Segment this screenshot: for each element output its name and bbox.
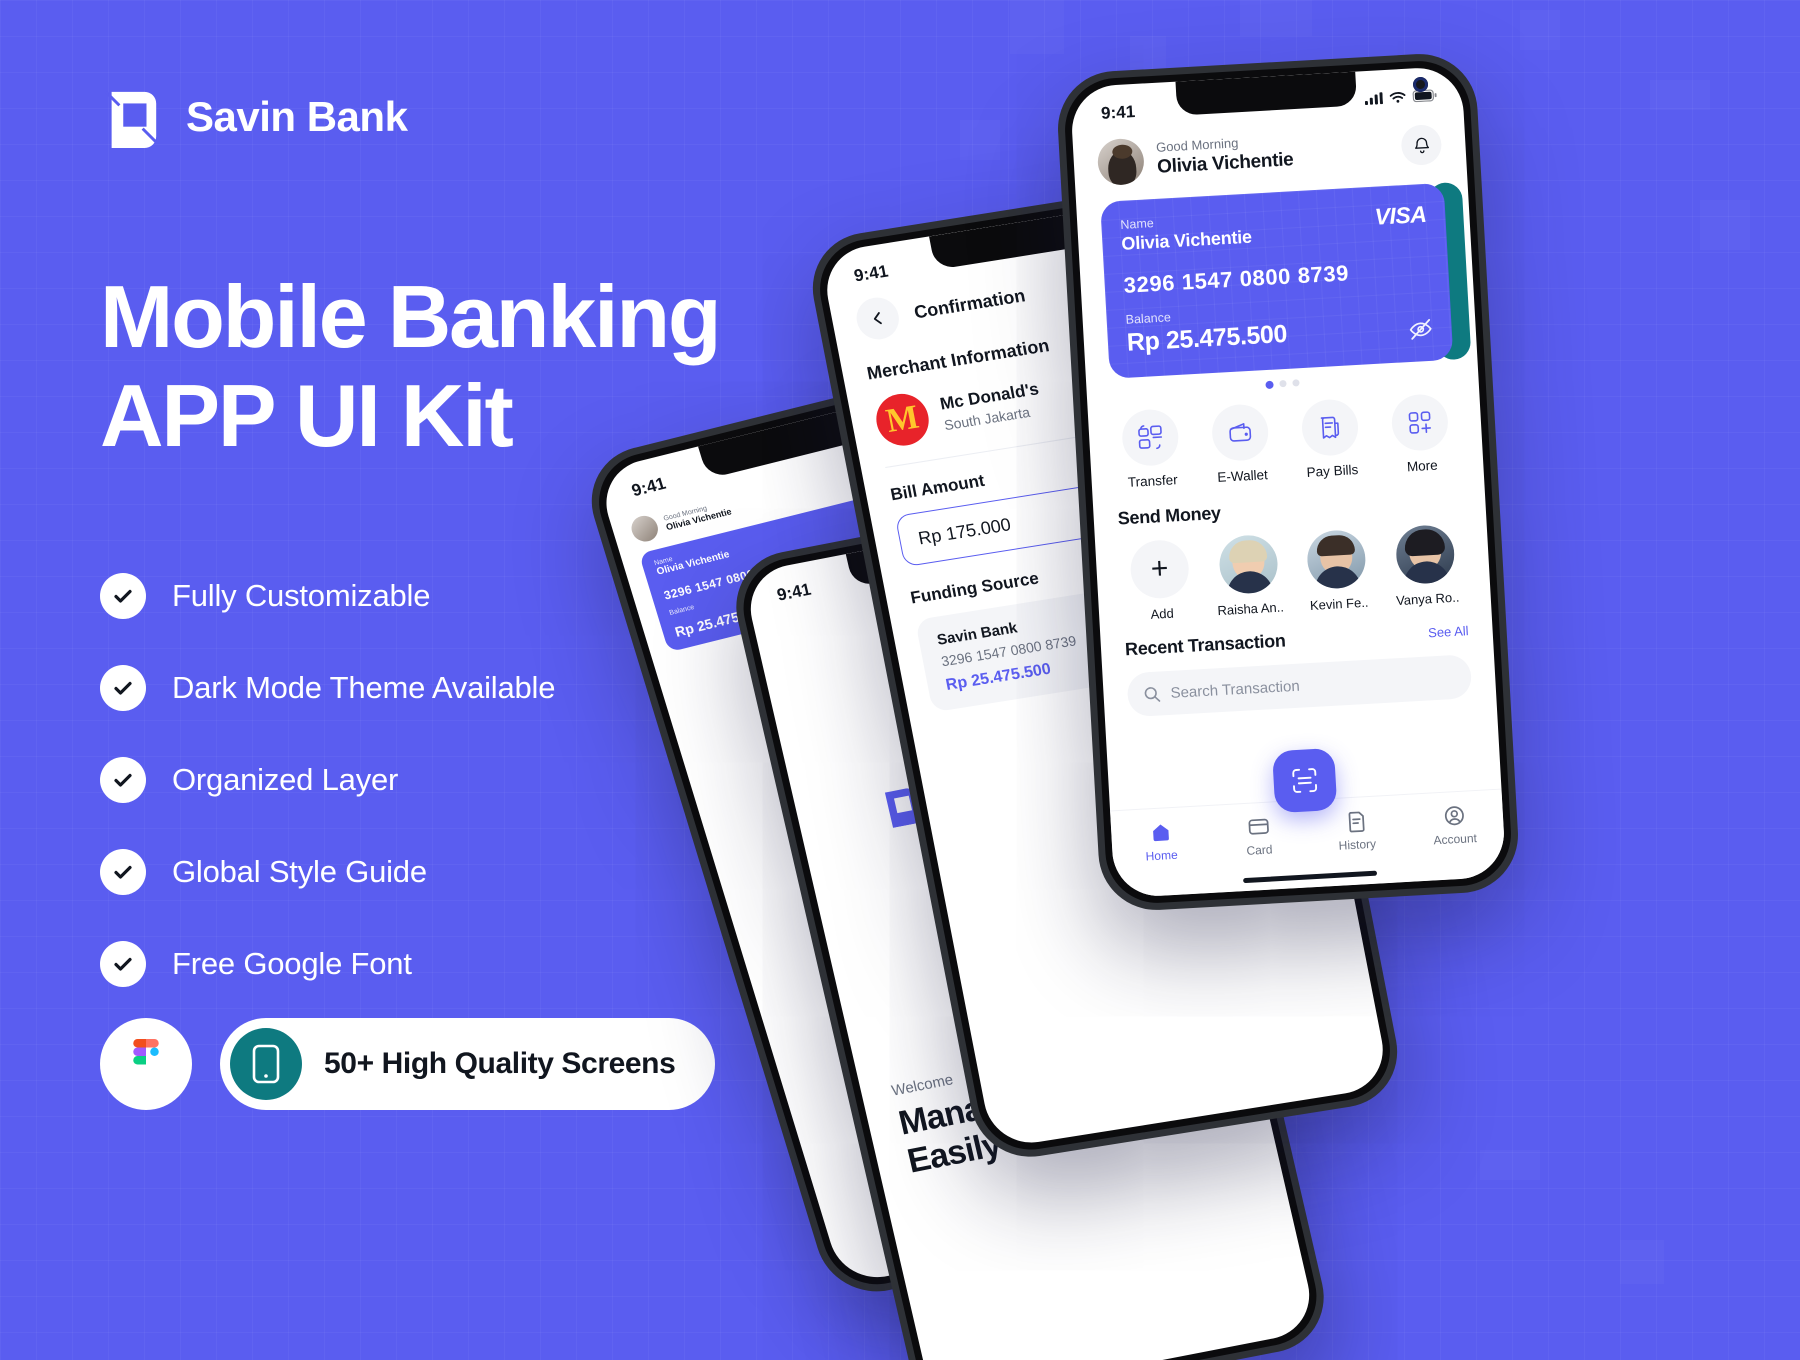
scan-button[interactable] (1272, 747, 1338, 814)
back-button[interactable] (852, 294, 903, 343)
visa-logo: VISA (1373, 200, 1427, 230)
quick-action-transfer[interactable]: Transfer (1112, 408, 1190, 491)
feature-label: Fully Customizable (172, 578, 431, 614)
card-number: 3296 1547 0800 8739 (1123, 260, 1350, 298)
send-money-title: Send Money (1117, 502, 1222, 529)
send-money-contacts: + Add Raisha An.. Kevin Fe.. Vanya Ro.. (1119, 523, 1467, 623)
bill-icon (1300, 398, 1360, 458)
check-icon (100, 573, 146, 620)
figma-icon (100, 1018, 192, 1110)
savin-logo-icon (100, 86, 162, 148)
status-time: 9:41 (1100, 101, 1136, 123)
card-icon (1248, 818, 1269, 835)
see-all-link[interactable]: See All (1428, 623, 1469, 640)
search-transaction-input[interactable]: Search Transaction (1126, 654, 1473, 718)
quick-action-label: More (1406, 457, 1439, 475)
home-icon (1152, 824, 1169, 842)
headline-line-1: Mobile Banking (100, 267, 722, 366)
bottom-badge-row: 50+ High Quality Screens (100, 1018, 716, 1110)
home-content: Good Morning Olivia Vichentie Name Olivi… (1073, 120, 1497, 719)
mcdonalds-icon: M (871, 390, 934, 450)
card-holder: Olivia Vichentie (1120, 226, 1253, 254)
mobile-phone-icon (230, 1028, 302, 1100)
avatar[interactable] (1096, 137, 1146, 187)
contact-avatar (1306, 528, 1368, 590)
check-icon (100, 941, 146, 988)
chevron-left-icon (873, 312, 882, 325)
contact-label: Kevin Fe.. (1309, 594, 1369, 613)
contact-item[interactable]: Kevin Fe.. (1296, 528, 1378, 613)
bell-icon[interactable] (1400, 123, 1443, 167)
tab-card[interactable]: Card (1223, 813, 1295, 859)
cellular-icon (1364, 92, 1383, 106)
tab-label: Account (1433, 831, 1478, 848)
tab-history[interactable]: History (1320, 808, 1392, 854)
check-icon (100, 849, 146, 896)
feature-label: Organized Layer (172, 762, 399, 798)
wallet-icon (1210, 403, 1270, 463)
contact-avatar (1217, 533, 1279, 595)
recent-transaction-header: Recent Transaction See All (1125, 620, 1470, 660)
phone-mockup-home: 9:41 Good Morning Olivia Vichentie Name … (1054, 50, 1522, 914)
home-header: Good Morning Olivia Vichentie (1096, 121, 1443, 187)
search-placeholder: Search Transaction (1170, 677, 1301, 702)
transfer-icon (1120, 408, 1180, 468)
contact-avatar (1394, 523, 1456, 586)
quick-action-ewallet[interactable]: E-Wallet (1202, 403, 1280, 486)
status-icons (1364, 89, 1437, 106)
quick-action-label: E-Wallet (1216, 467, 1269, 485)
contact-label: Raisha An.. (1217, 599, 1285, 619)
tab-account[interactable]: Account (1418, 802, 1490, 848)
search-icon (1144, 686, 1161, 702)
feature-label: Global Style Guide (172, 854, 427, 890)
screens-count-label: 50+ High Quality Screens (324, 1047, 676, 1080)
phone-mockups: 9:41 Good Morning Olivia Vichentie Name … (577, 0, 1800, 1360)
history-icon (1348, 811, 1365, 833)
quick-actions: Transfer E-Wallet Pay Bills More (1112, 393, 1460, 491)
quick-action-label: Pay Bills (1306, 462, 1359, 480)
contact-label: Vanya Ro.. (1395, 589, 1460, 609)
tab-label: History (1338, 836, 1377, 853)
eye-off-icon[interactable] (1408, 317, 1433, 342)
feature-label: Dark Mode Theme Available (172, 670, 556, 706)
grid-plus-icon (1390, 393, 1450, 453)
tab-home[interactable]: Home (1125, 819, 1197, 865)
brand-name: Savin Bank (186, 93, 408, 140)
tab-label: Home (1145, 847, 1179, 864)
check-icon (100, 757, 146, 804)
feature-label: Free Google Font (172, 946, 412, 982)
plus-icon: + (1129, 538, 1191, 600)
balance-amount: Rp 25.475.500 (1126, 319, 1288, 357)
wifi-icon (1389, 92, 1406, 103)
contact-label: Add (1150, 605, 1175, 622)
account-icon (1444, 806, 1464, 826)
page-title: Confirmation (912, 284, 1027, 322)
contact-add[interactable]: + Add (1119, 538, 1201, 623)
quick-action-paybills[interactable]: Pay Bills (1292, 398, 1370, 481)
tab-label: Card (1246, 842, 1273, 858)
avatar (628, 513, 662, 545)
contact-item[interactable]: Vanya Ro.. (1385, 523, 1467, 608)
screens-count-badge: 50+ High Quality Screens (220, 1018, 716, 1110)
quick-action-more[interactable]: More (1381, 393, 1459, 476)
contact-item[interactable]: Raisha An.. (1208, 533, 1290, 618)
check-icon (100, 665, 146, 712)
balance-card[interactable]: Name Olivia Vichentie VISA 3296 1547 080… (1100, 182, 1454, 379)
scan-icon (1292, 768, 1318, 793)
recent-transaction-title: Recent Transaction (1124, 630, 1287, 660)
quick-action-label: Transfer (1127, 472, 1178, 490)
